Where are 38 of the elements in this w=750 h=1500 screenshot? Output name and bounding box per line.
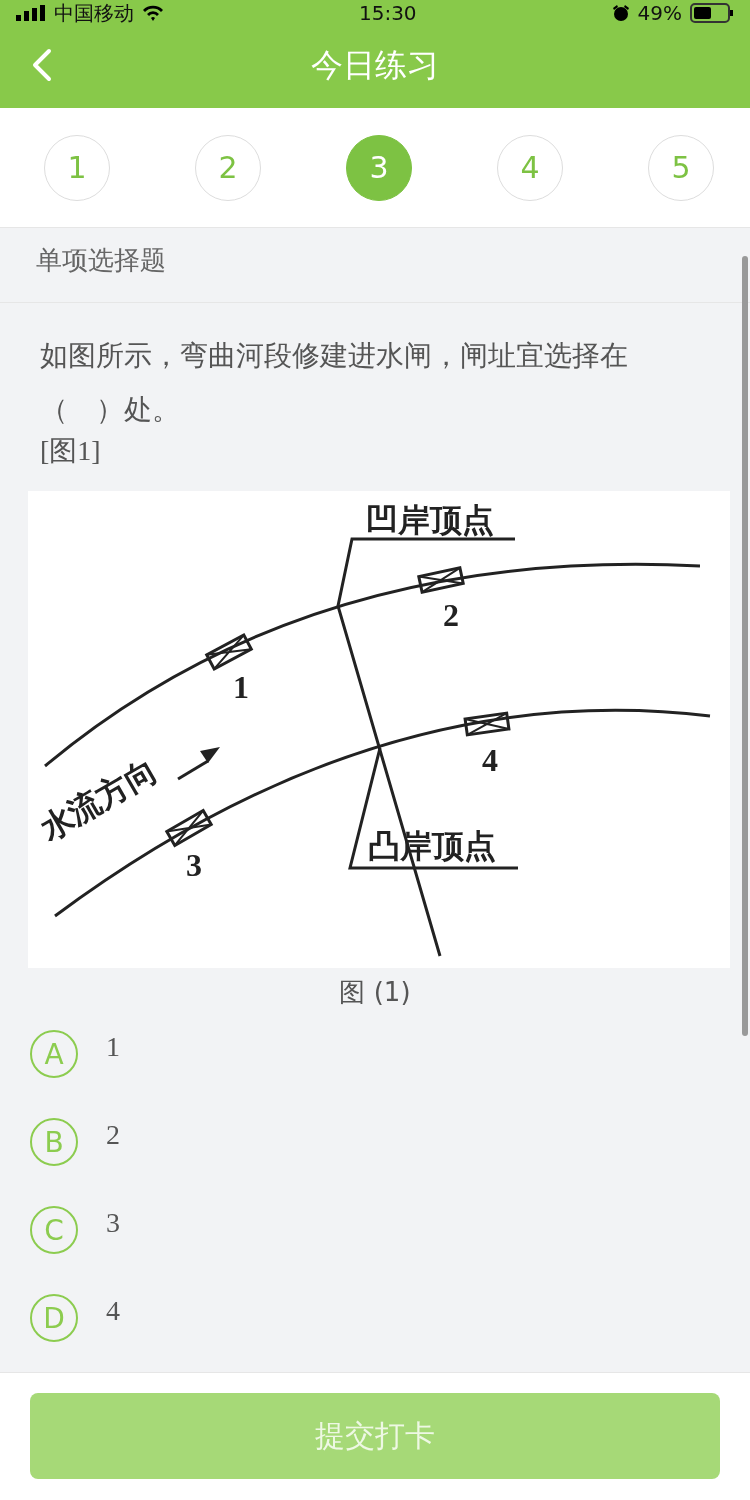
clock-time: 15:30 [358,1,417,25]
question-type: 单项选择题 [36,245,166,275]
gate-icon [204,633,254,671]
gate-icon [463,711,511,737]
gate-number: 3 [186,847,202,883]
diagram-label: 水流方向 [33,751,164,848]
gate-number: 2 [443,597,459,633]
option-letter[interactable]: B [30,1118,78,1166]
question-number[interactable]: 4 [497,134,563,201]
question-text: 如图所示，弯曲河段修建进水闸，闸址宜选择在（ ）处。 [40,339,628,426]
gate-number: 4 [482,742,498,778]
signal-icon [16,5,46,21]
battery-icon [690,3,734,23]
gate-icon [417,566,465,594]
battery-percent: 49% [637,1,682,25]
option-text: 1 [106,1031,120,1063]
carrier-name: 中国移动 [54,1,134,25]
scrollbar[interactable] [742,256,748,1036]
figure-caption: 图 (1) [339,977,411,1007]
question-number[interactable]: 1 [44,134,110,201]
gate-number: 1 [233,669,249,705]
figure-reference: [图1] [40,435,101,466]
page-title: 今日练习 [311,46,439,84]
alarm-icon [611,4,630,22]
question-number[interactable]: 5 [648,134,714,201]
option-letter[interactable]: D [30,1294,78,1342]
question-number[interactable]: 3 [346,134,412,201]
wifi-icon [142,5,164,21]
question-number[interactable]: 2 [195,134,261,201]
option-text: 4 [106,1295,120,1327]
option-text: 3 [106,1207,120,1239]
gate-icon [164,808,214,848]
option-letter[interactable]: C [30,1206,78,1254]
option-letter[interactable]: A [30,1030,78,1078]
option-text: 2 [106,1119,120,1151]
diagram-label: 凹岸顶点 [366,501,494,539]
back-icon[interactable] [30,48,54,82]
flow-arrow [177,747,220,781]
